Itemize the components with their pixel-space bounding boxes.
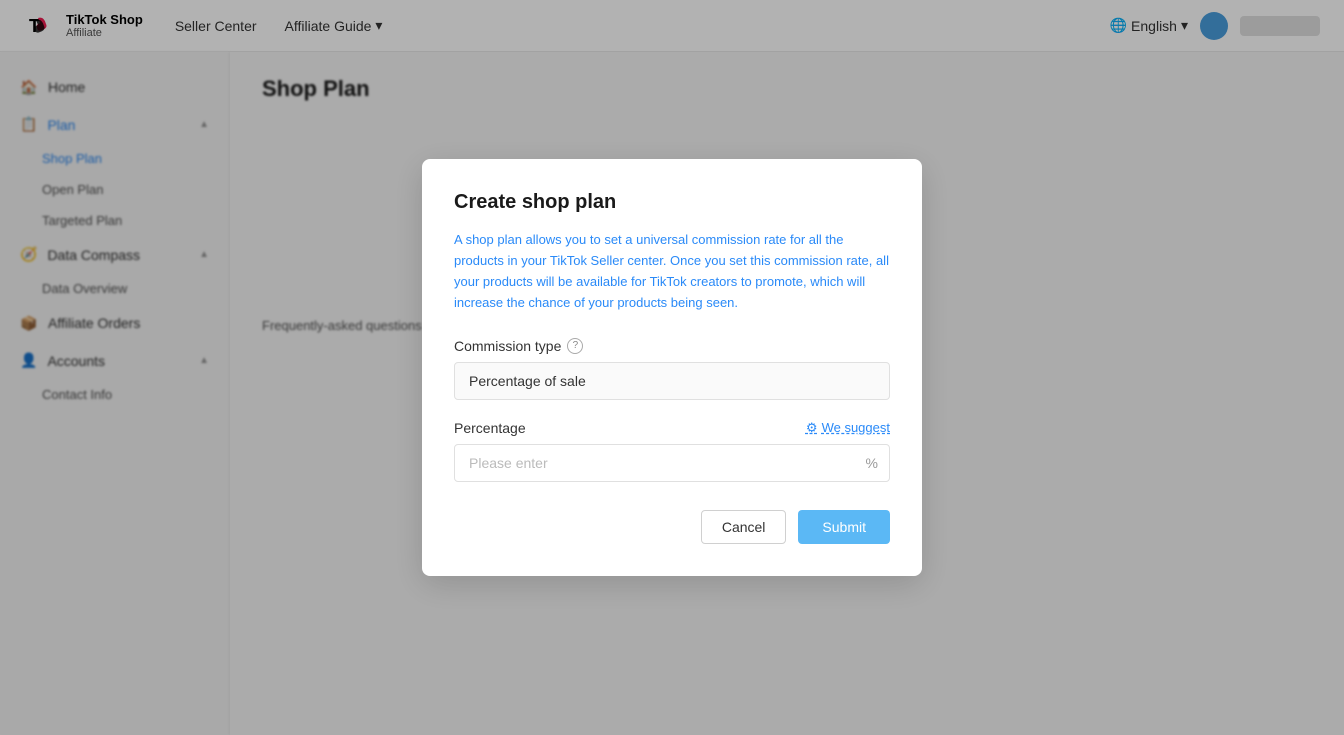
percentage-header: Percentage ⚙ We suggest [454,420,890,436]
gear-icon: ⚙ [806,420,818,436]
modal-overlay: Create shop plan A shop plan allows you … [0,0,1344,735]
modal-description: A shop plan allows you to set a universa… [454,230,890,313]
create-shop-plan-modal: Create shop plan A shop plan allows you … [422,159,922,575]
commission-type-group: Commission type ? Percentage of sale [454,338,890,400]
percentage-label: Percentage [454,420,526,436]
submit-button[interactable]: Submit [798,510,890,544]
percent-suffix: % [866,455,878,471]
commission-type-select[interactable]: Percentage of sale [454,362,890,400]
percentage-input[interactable] [454,444,890,482]
suggest-link[interactable]: ⚙ We suggest [806,420,890,436]
modal-title: Create shop plan [454,191,890,214]
modal-actions: Cancel Submit [454,510,890,544]
commission-help-icon[interactable]: ? [567,338,583,354]
commission-type-label: Commission type ? [454,338,890,354]
percentage-input-wrapper: % [454,444,890,482]
percentage-group: Percentage ⚙ We suggest % [454,420,890,482]
cancel-button[interactable]: Cancel [701,510,787,544]
